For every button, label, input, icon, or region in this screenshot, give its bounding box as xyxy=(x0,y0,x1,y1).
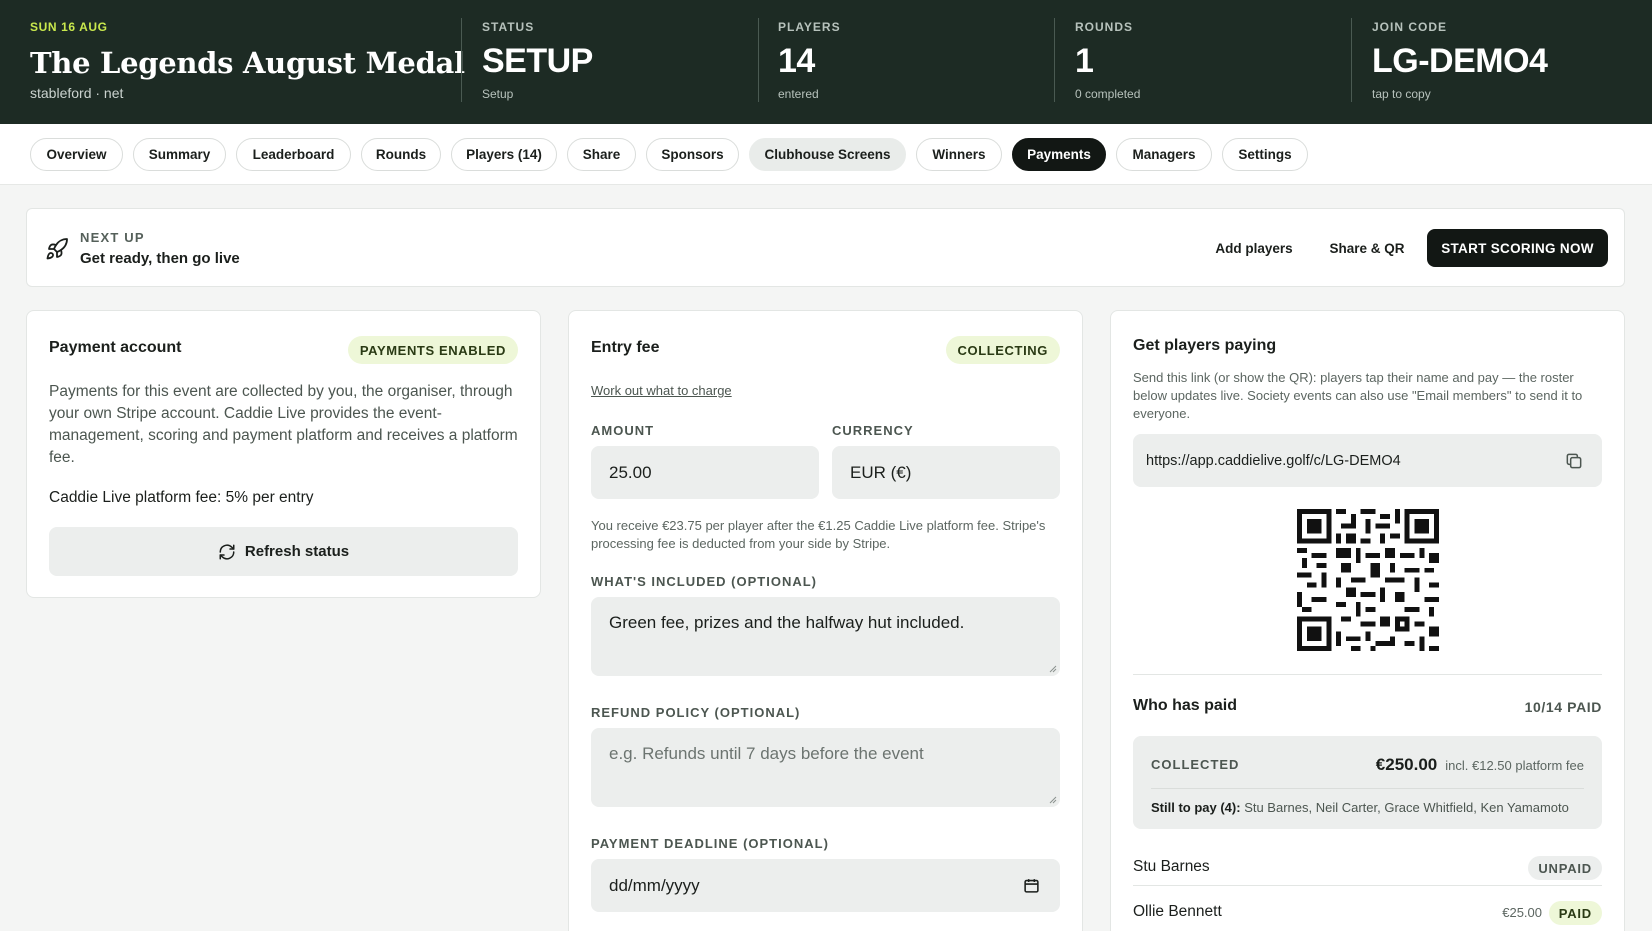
stat-players: PLAYERS 14 entered xyxy=(778,0,841,124)
header-divider xyxy=(758,18,759,102)
status-badge: PAYMENTS ENABLED xyxy=(347,336,518,364)
included-label: WHAT'S INCLUDED (OPTIONAL) xyxy=(591,574,817,589)
event-date: SUN 16 AUG xyxy=(30,20,108,34)
divider xyxy=(1133,674,1602,675)
calendar-icon[interactable] xyxy=(1023,877,1040,894)
work-out-charge-link[interactable]: Work out what to charge xyxy=(591,383,732,398)
payment-link-field[interactable]: https://app.caddielive.golf/c/LG-DEMO4 xyxy=(1133,434,1602,487)
resize-handle-icon[interactable] xyxy=(1049,796,1057,804)
card-title: Payment account xyxy=(49,339,182,356)
status-badge: COLLECTING xyxy=(945,336,1060,364)
still-to-pay-label: Still to pay (4): xyxy=(1151,800,1241,815)
stat-sub: tap to copy xyxy=(1372,87,1431,101)
get-paying-description: Send this link (or show the QR): players… xyxy=(1133,370,1583,421)
stat-label: STATUS xyxy=(482,20,535,34)
event-format: stableford · net xyxy=(30,85,124,101)
tab-clubhouse-screens[interactable]: Clubhouse Screens xyxy=(749,138,906,171)
event-title: The Legends August Medal xyxy=(30,46,465,80)
header-divider xyxy=(1351,18,1352,102)
next-up-kicker: NEXT UP xyxy=(80,230,145,245)
next-up-text: Get ready, then go live xyxy=(80,250,240,267)
tab-payments[interactable]: Payments xyxy=(1012,138,1106,171)
payment-account-card: Payment account PAYMENTS ENABLED Payment… xyxy=(26,310,541,598)
collected-fee: incl. €12.50 platform fee xyxy=(1445,758,1584,773)
platform-fee-text: Caddie Live platform fee: 5% per entry xyxy=(49,489,314,506)
status-badge: PAID xyxy=(1548,901,1602,925)
player-name: Ollie Bennett xyxy=(1133,903,1222,920)
tab-settings[interactable]: Settings xyxy=(1222,138,1308,171)
included-textarea[interactable]: Green fee, prizes and the halfway hut in… xyxy=(591,597,1060,676)
receive-note: You receive €23.75 per player after the … xyxy=(591,518,1046,551)
join-code-value[interactable]: LG-DEMO4 xyxy=(1372,42,1548,81)
add-players-button[interactable]: Add players xyxy=(1203,229,1305,267)
tab-share[interactable]: Share xyxy=(567,138,636,171)
tab-overview[interactable]: Overview xyxy=(30,138,123,171)
who-has-paid-title: Who has paid xyxy=(1133,697,1237,714)
amount-label: AMOUNT xyxy=(591,423,655,438)
refund-textarea[interactable]: e.g. Refunds until 7 days before the eve… xyxy=(591,728,1060,807)
qr-code xyxy=(1297,509,1439,651)
deadline-date-input[interactable]: dd/mm/yyyy xyxy=(591,859,1060,912)
header-divider xyxy=(1054,18,1055,102)
currency-select[interactable]: EUR (€) xyxy=(832,446,1060,499)
currency-label: CURRENCY xyxy=(832,423,914,438)
event-header: SUN 16 AUG The Legends August Medal stab… xyxy=(0,0,1652,124)
refresh-label: Refresh status xyxy=(244,543,350,560)
paid-amount: €25.00 xyxy=(1502,905,1542,920)
stat-value: 1 xyxy=(1075,42,1094,80)
collected-amount-group: €250.00 incl. €12.50 platform fee xyxy=(1376,755,1584,775)
copy-icon[interactable] xyxy=(1564,451,1584,471)
payment-link-url: https://app.caddielive.golf/c/LG-DEMO4 xyxy=(1146,452,1401,469)
tab-managers[interactable]: Managers xyxy=(1116,138,1212,171)
stat-status: STATUS SETUP Setup xyxy=(482,0,593,124)
start-scoring-button[interactable]: START SCORING NOW xyxy=(1427,229,1608,267)
player-name: Stu Barnes xyxy=(1133,858,1210,875)
next-up-banner: NEXT UP Get ready, then go live Add play… xyxy=(26,208,1625,287)
stat-sub: Setup xyxy=(482,87,514,101)
included-text: Green fee, prizes and the halfway hut in… xyxy=(609,613,965,632)
tab-players[interactable]: Players (14) xyxy=(451,138,557,171)
tab-rounds[interactable]: Rounds xyxy=(361,138,441,171)
get-players-paying-card: Get players paying Send this link (or sh… xyxy=(1110,310,1625,931)
amount-input[interactable]: 25.00 xyxy=(591,446,819,499)
collected-amount: €250.00 xyxy=(1375,755,1438,774)
divider xyxy=(1133,885,1602,886)
join-code[interactable]: JOIN CODE LG-DEMO4 tap to copy xyxy=(1372,0,1548,124)
collected-summary: COLLECTED €250.00 incl. €12.50 platform … xyxy=(1133,736,1602,829)
still-to-pay-names: Stu Barnes, Neil Carter, Grace Whitfield… xyxy=(1244,800,1569,815)
stat-label: JOIN CODE xyxy=(1372,20,1448,34)
event-title-block: SUN 16 AUG The Legends August Medal stab… xyxy=(30,0,465,124)
stat-value: SETUP xyxy=(482,42,593,80)
tab-summary[interactable]: Summary xyxy=(133,138,226,171)
deadline-placeholder: dd/mm/yyyy xyxy=(609,875,700,895)
entry-fee-card: Entry fee COLLECTING Work out what to ch… xyxy=(568,310,1083,931)
refund-placeholder: e.g. Refunds until 7 days before the eve… xyxy=(609,744,924,763)
payment-account-description: Payments for this event are collected by… xyxy=(49,383,518,466)
paid-count: 10/14 PAID xyxy=(1524,699,1602,715)
stat-label: ROUNDS xyxy=(1075,20,1134,34)
refresh-icon xyxy=(219,544,235,559)
tab-winners[interactable]: Winners xyxy=(916,138,1002,171)
tab-leaderboard[interactable]: Leaderboard xyxy=(236,138,351,171)
status-badge: UNPAID xyxy=(1528,856,1602,880)
refund-label: REFUND POLICY (OPTIONAL) xyxy=(591,705,801,720)
card-title: Entry fee xyxy=(591,339,660,356)
resize-handle-icon[interactable] xyxy=(1049,665,1057,673)
stat-rounds: ROUNDS 1 0 completed xyxy=(1075,0,1140,124)
refresh-status-button[interactable]: Refresh status xyxy=(49,527,518,576)
divider xyxy=(1151,788,1584,789)
deadline-label: PAYMENT DEADLINE (OPTIONAL) xyxy=(591,836,829,851)
stat-sub: entered xyxy=(778,87,819,101)
still-to-pay: Still to pay (4): Stu Barnes, Neil Carte… xyxy=(1151,800,1569,815)
card-title: Get players paying xyxy=(1133,337,1277,354)
header-divider xyxy=(461,18,462,102)
rocket-icon xyxy=(46,238,68,260)
tab-bar: Overview Summary Leaderboard Rounds Play… xyxy=(0,124,1652,185)
tab-sponsors[interactable]: Sponsors xyxy=(646,138,739,171)
stat-value: 14 xyxy=(778,42,815,80)
stat-label: PLAYERS xyxy=(778,20,841,34)
collected-label: COLLECTED xyxy=(1151,757,1240,772)
stat-sub: 0 completed xyxy=(1075,87,1141,101)
share-qr-button[interactable]: Share & QR xyxy=(1317,229,1417,267)
